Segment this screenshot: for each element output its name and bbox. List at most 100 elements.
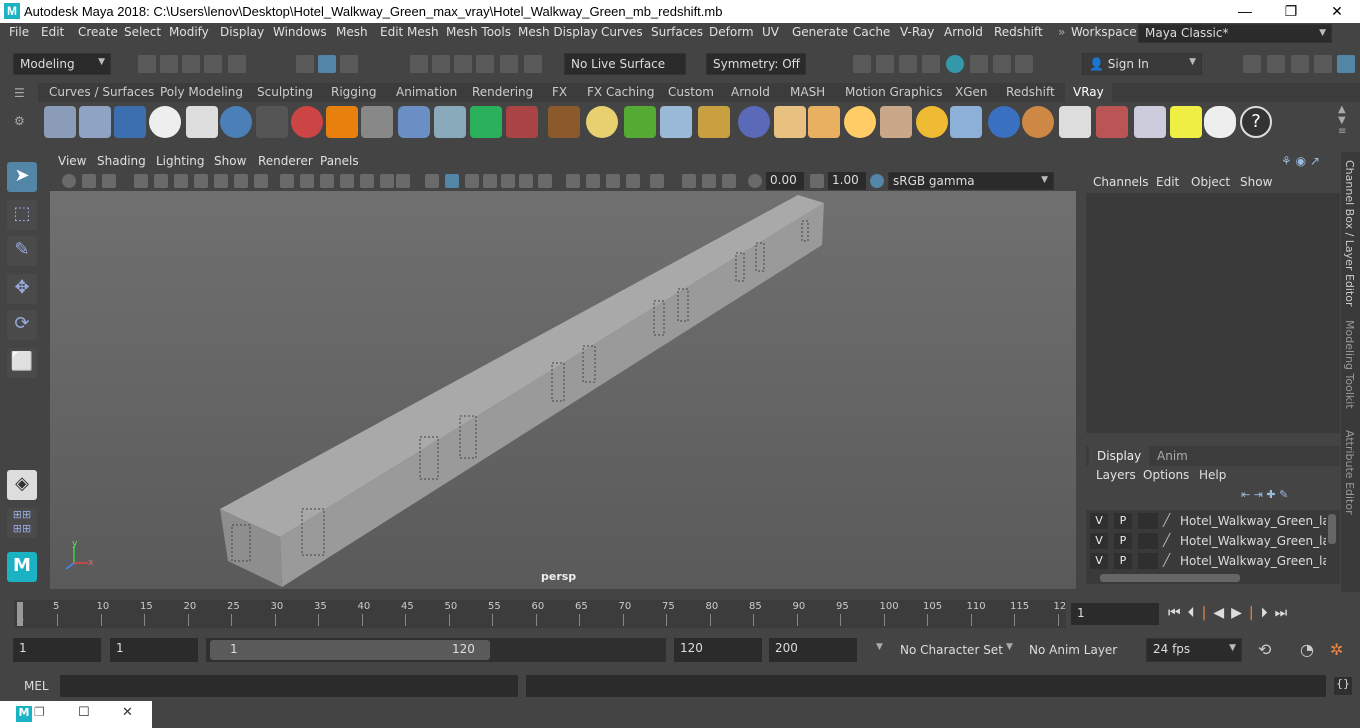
- gamma-icon[interactable]: [810, 174, 824, 188]
- channel-box-icon[interactable]: [1337, 55, 1355, 73]
- xray-components-icon[interactable]: [586, 174, 600, 188]
- channel-toggle-icons[interactable]: ⚘ ◉ ↗: [1281, 154, 1320, 168]
- vray-log-icon[interactable]: [186, 106, 218, 138]
- script-editor-icon[interactable]: {}: [1334, 677, 1352, 695]
- motion-blur-icon[interactable]: [465, 174, 479, 188]
- layer-type-toggle[interactable]: [1138, 533, 1158, 549]
- menu-display[interactable]: Display: [220, 25, 264, 39]
- panel-menu-show[interactable]: Show: [214, 154, 246, 168]
- vray-tips-icon[interactable]: [1170, 106, 1202, 138]
- layer-playback-toggle[interactable]: P: [1114, 553, 1132, 569]
- menu-mesh[interactable]: Mesh: [336, 25, 368, 39]
- prev-key-icon[interactable]: |: [1202, 605, 1214, 621]
- depth-of-field-icon[interactable]: [501, 174, 515, 188]
- vray-cloud-icon[interactable]: [1204, 106, 1236, 138]
- tab-redshift[interactable]: Redshift: [1006, 85, 1055, 99]
- field-chart-icon[interactable]: [234, 174, 248, 188]
- open-scene-icon[interactable]: [160, 55, 178, 73]
- character-set-select[interactable]: No Character Set: [900, 643, 1003, 657]
- tab-fx[interactable]: FX: [552, 85, 567, 99]
- new-scene-icon[interactable]: [138, 55, 156, 73]
- select-hierarchy-icon[interactable]: [296, 55, 314, 73]
- time-slider[interactable]: 1510152025303540455055606570758085909510…: [0, 597, 1360, 631]
- vray-env-fog-icon[interactable]: [470, 106, 502, 138]
- animation-start-field[interactable]: 1: [13, 638, 101, 662]
- grease-pencil-icon[interactable]: [154, 174, 168, 188]
- menu-file[interactable]: File: [9, 25, 29, 39]
- panel-menu-lighting[interactable]: Lighting: [156, 154, 205, 168]
- maximize-button[interactable]: ❐: [1268, 0, 1314, 23]
- wireframe-on-shaded-icon[interactable]: [360, 174, 374, 188]
- vray-spot-light-icon[interactable]: [808, 106, 840, 138]
- menu-arnold[interactable]: Arnold: [944, 25, 983, 39]
- panel-menu-panels[interactable]: Panels: [320, 154, 359, 168]
- vray-tools-icon[interactable]: [993, 55, 1011, 73]
- layer-name[interactable]: Hotel_Walkway_Green_layer: [1180, 514, 1326, 528]
- resolution-gate-icon[interactable]: [194, 174, 208, 188]
- vray-plane-icon[interactable]: [44, 106, 76, 138]
- menu-redshift[interactable]: Redshift: [994, 25, 1043, 39]
- menu-deform[interactable]: Deform: [709, 25, 754, 39]
- vray-export-icon[interactable]: [114, 106, 146, 138]
- layer-playback-toggle[interactable]: P: [1114, 533, 1132, 549]
- vray-fur-icon[interactable]: [624, 106, 656, 138]
- screen-space-ao-icon[interactable]: [445, 174, 459, 188]
- redo-icon[interactable]: [228, 55, 246, 73]
- panel-menu-renderer[interactable]: Renderer: [258, 154, 313, 168]
- menu-create[interactable]: Create: [78, 25, 118, 39]
- exposure-field[interactable]: 0.00: [766, 172, 804, 190]
- tab-rigging[interactable]: Rigging: [331, 85, 376, 99]
- panel-menu-view[interactable]: View: [58, 154, 86, 168]
- current-time-marker[interactable]: [17, 602, 23, 626]
- image-plane-icon[interactable]: [134, 174, 148, 188]
- tab-mash[interactable]: MASH: [790, 85, 825, 99]
- vray-camera-icon[interactable]: [256, 106, 288, 138]
- current-frame-field[interactable]: 1: [1071, 603, 1159, 625]
- layer-menu-help[interactable]: Help: [1199, 468, 1226, 482]
- channel-menu-channels[interactable]: Channels: [1093, 175, 1149, 189]
- use-all-lights-icon[interactable]: [396, 174, 410, 188]
- vray-checker-icon[interactable]: [1059, 106, 1091, 138]
- menu-overflow-icon[interactable]: »: [1058, 25, 1065, 39]
- hypershade-icon[interactable]: [946, 55, 964, 73]
- scale-tool-icon[interactable]: ⬜: [7, 348, 37, 378]
- tab-animation[interactable]: Animation: [396, 85, 457, 99]
- layer-row[interactable]: V P ╱ Hotel_Walkway_Green_layer: [1090, 533, 1330, 552]
- render-view-icon[interactable]: [970, 55, 988, 73]
- layer-action-icons[interactable]: ⇤ ⇥ ✚ ✎: [1241, 488, 1288, 501]
- tab-custom[interactable]: Custom: [668, 85, 714, 99]
- shelf-settings-icon[interactable]: ☰ ⚙: [14, 86, 32, 142]
- vray-cone-icon[interactable]: [434, 106, 466, 138]
- color-space-select[interactable]: sRGB gamma ▼: [888, 172, 1054, 190]
- layer-row[interactable]: V P ╱ Hotel_Walkway_Green_layer: [1090, 553, 1330, 572]
- channel-box-area[interactable]: [1086, 193, 1340, 433]
- vray-cube-icon[interactable]: [506, 106, 538, 138]
- vray-stripes-icon[interactable]: [1022, 106, 1054, 138]
- side-tab-attribute-editor[interactable]: Attribute Editor: [1343, 430, 1356, 515]
- vray-sphere-icon[interactable]: [220, 106, 252, 138]
- menu-uv[interactable]: UV: [762, 25, 779, 39]
- layer-menu-options[interactable]: Options: [1143, 468, 1189, 482]
- playback-end-field[interactable]: 120: [674, 638, 762, 662]
- layer-visibility-toggle[interactable]: V: [1090, 553, 1108, 569]
- snap-surface-icon[interactable]: [500, 55, 518, 73]
- loop-icon[interactable]: ⟲: [1258, 640, 1271, 659]
- live-surface-field[interactable]: No Live Surface: [564, 53, 686, 75]
- vray-omni-light-icon[interactable]: [844, 106, 876, 138]
- auto-key-icon[interactable]: ◔: [1300, 640, 1314, 659]
- layer-playback-toggle[interactable]: P: [1114, 513, 1132, 529]
- maya-home-icon[interactable]: M: [7, 552, 37, 582]
- vray-sun-icon[interactable]: [916, 106, 948, 138]
- tab-xgen[interactable]: XGen: [955, 85, 988, 99]
- channel-menu-show[interactable]: Show: [1240, 175, 1272, 189]
- tab-vray[interactable]: VRay: [1065, 83, 1112, 102]
- layer-name[interactable]: Hotel_Walkway_Green_layer: [1180, 554, 1326, 568]
- menu-select[interactable]: Select: [124, 25, 161, 39]
- frame-selected-icon[interactable]: [702, 174, 716, 188]
- pan-zoom-icon[interactable]: [722, 174, 736, 188]
- chevron-down-icon[interactable]: ▼: [1006, 642, 1013, 652]
- minimized-window[interactable]: M ❐ ☐ ✕: [0, 701, 152, 728]
- vray-scatter-icon[interactable]: [660, 106, 692, 138]
- menu-curves[interactable]: Curves: [601, 25, 643, 39]
- move-tool-icon[interactable]: ✥: [7, 274, 37, 304]
